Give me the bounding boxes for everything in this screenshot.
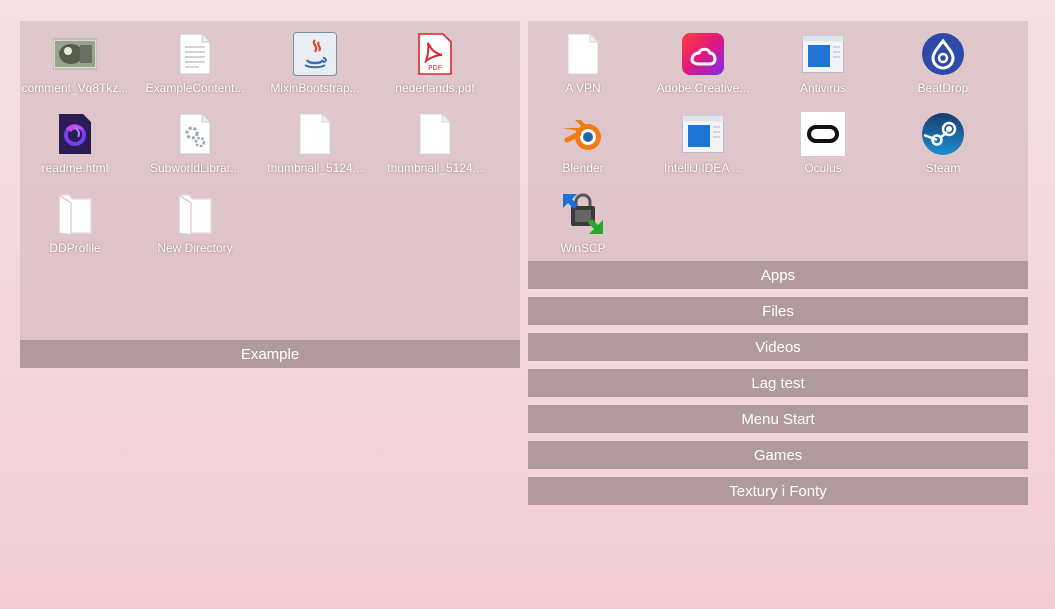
item-label: thumbnail_5124... [267,161,363,175]
desktop-item-nederlands-pdf[interactable]: PDF nederlands.pdf [375,25,495,105]
window-app-icon [800,31,846,77]
item-label: BeatDrop [917,81,969,95]
desktop-item-comment-image[interactable]: comment_Vq8Tkz... [15,25,135,105]
blank-file-icon [292,111,338,157]
fence-title-videos[interactable]: Videos [528,333,1028,361]
settings-file-icon [172,111,218,157]
item-label: MixinBootstrap... [270,81,360,95]
desktop-item-adobe-creative-cloud[interactable]: Adobe Creative... [643,25,763,105]
firefox-icon [52,111,98,157]
desktop-item-ddprofile[interactable]: DDProfile [15,185,135,265]
item-label: Blender [562,161,604,175]
winscp-icon [560,191,606,237]
desktop-item-thumbnail-2[interactable]: thumbnail_5124... [375,105,495,185]
desktop-item-intellij-idea[interactable]: IntelliJ IDEA ... [643,105,763,185]
fence-title-menu-start[interactable]: Menu Start [528,405,1028,433]
item-label: WinSCP [560,241,606,255]
desktop-item-beatdrop[interactable]: BeatDrop [883,25,1003,105]
item-label: ExampleContent... [145,81,245,95]
desktop-item-winscp[interactable]: WinSCP [523,185,643,265]
fence-title-apps[interactable]: Apps [528,261,1028,289]
pdf-icon: PDF [412,31,458,77]
item-label: Steam [925,161,961,175]
adobe-creative-cloud-icon [680,31,726,77]
fence-title-files[interactable]: Files [528,297,1028,325]
fence-title-textury-i-fonty[interactable]: Textury i Fonty [528,477,1028,505]
blender-icon [560,111,606,157]
image-thumbnail-icon [52,31,98,77]
item-label: thumbnail_5124... [387,161,483,175]
svg-text:PDF: PDF [428,64,442,72]
item-label: SubworldLibrar... [149,161,241,175]
desktop-item-mixin-bootstrap[interactable]: MixinBootstrap... [255,25,375,105]
desktop-item-readme-html[interactable]: readme.html [15,105,135,185]
desktop-item-subworld-library[interactable]: SubworldLibrar... [135,105,255,185]
item-label: DDProfile [49,241,101,255]
item-label: Adobe Creative... [656,81,750,95]
blank-file-icon [560,31,606,77]
desktop-item-steam[interactable]: Steam [883,105,1003,185]
folder-icon [172,191,218,237]
document-icon [172,31,218,77]
desktop-item-oculus[interactable]: Oculus [763,105,883,185]
desktop-item-new-directory[interactable]: New Directory [135,185,255,265]
fence-title-games[interactable]: Games [528,441,1028,469]
fence-title-example[interactable]: Example [20,340,520,368]
steam-icon [920,111,966,157]
desktop-item-example-content[interactable]: ExampleContent... [135,25,255,105]
desktop-item-thumbnail-1[interactable]: thumbnail_5124... [255,105,375,185]
item-label: Oculus [804,161,842,175]
item-label: nederlands.pdf [395,81,475,95]
item-label: IntelliJ IDEA ... [663,161,743,175]
item-label: comment_Vq8Tkz... [21,81,129,95]
fence-title-lag-test[interactable]: Lag test [528,369,1028,397]
desktop-item-antivirus[interactable]: Antivirus [763,25,883,105]
item-label: New Directory [157,241,233,255]
oculus-icon [800,111,846,157]
desktop-item-blender[interactable]: Blender [523,105,643,185]
window-app-icon [680,111,726,157]
blank-file-icon [412,111,458,157]
item-label: A VPN [565,81,601,95]
folder-icon [52,191,98,237]
item-label: Antivirus [799,81,846,95]
desktop-item-a-vpn[interactable]: A VPN [523,25,643,105]
java-icon [292,31,338,77]
item-label: readme.html [41,161,109,175]
beatdrop-icon [920,31,966,77]
